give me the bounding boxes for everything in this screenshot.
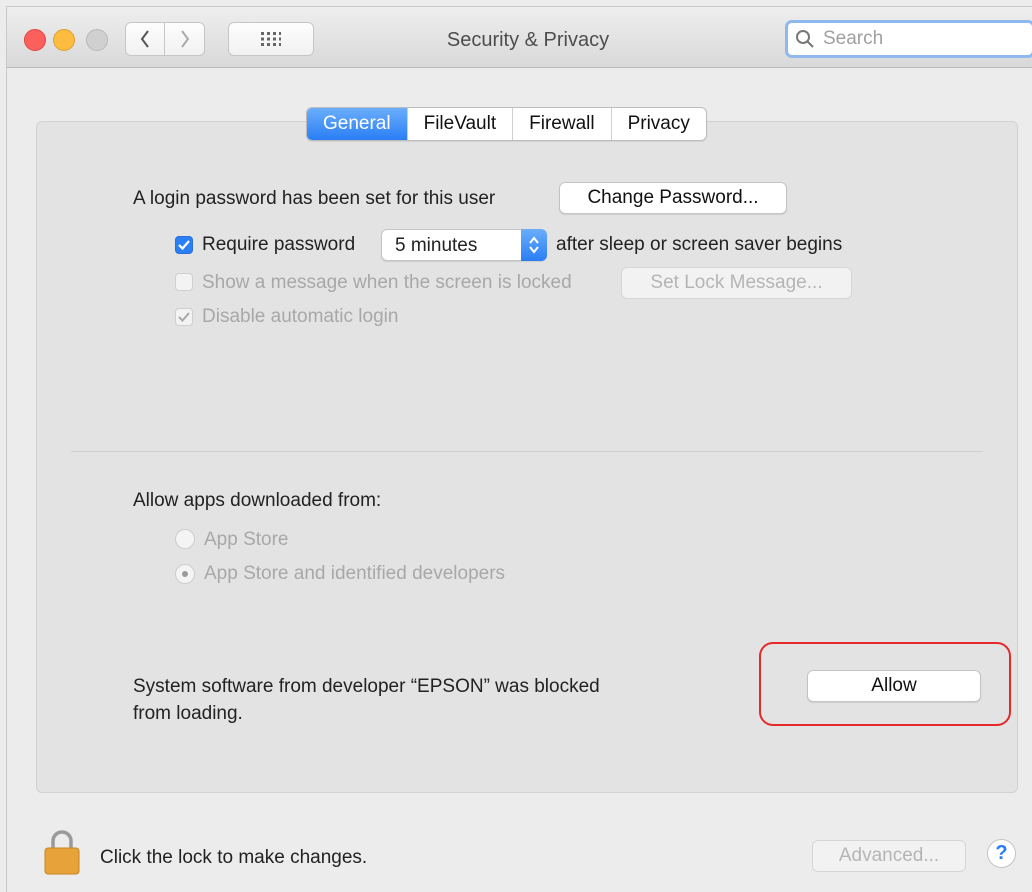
require-password-checkbox[interactable]	[175, 236, 193, 254]
close-button[interactable]	[24, 29, 46, 51]
window-title: Security & Privacy	[446, 29, 610, 51]
chevron-left-icon	[140, 30, 149, 48]
checkmark-icon	[178, 240, 190, 251]
search-field[interactable]	[785, 20, 1032, 58]
advanced-button[interactable]: Advanced...	[812, 840, 966, 872]
set-lock-message-button[interactable]: Set Lock Message...	[621, 267, 852, 299]
checkmark-icon	[178, 312, 190, 322]
disable-auto-login-label: Disable automatic login	[202, 306, 399, 327]
zoom-button[interactable]	[86, 29, 108, 51]
radio-app-store[interactable]	[175, 529, 195, 549]
radio-identified-developers[interactable]	[175, 564, 195, 584]
radio-identified-developers-label: App Store and identified developers	[204, 563, 506, 584]
back-button[interactable]	[125, 22, 165, 56]
allow-apps-heading: Allow apps downloaded from:	[133, 490, 382, 511]
blocked-software-text-line1: System software from developer “EPSON” w…	[133, 676, 600, 697]
lock-text: Click the lock to make changes.	[100, 847, 368, 868]
forward-button[interactable]	[165, 22, 205, 56]
radio-app-store-label: App Store	[204, 529, 289, 550]
updown-arrows-icon	[521, 229, 547, 261]
grid-icon	[261, 32, 281, 46]
change-password-button[interactable]: Change Password...	[559, 182, 787, 214]
minimize-button[interactable]	[53, 29, 75, 51]
blocked-software-text-line2: from loading.	[133, 703, 243, 724]
require-password-delay-select[interactable]: 5 minutes	[381, 229, 547, 261]
show-message-checkbox[interactable]	[175, 273, 193, 291]
require-password-delay-value: 5 minutes	[395, 235, 478, 256]
search-input[interactable]	[821, 27, 1025, 51]
disable-auto-login-checkbox[interactable]	[175, 308, 193, 326]
tab-firewall[interactable]: Firewall	[512, 108, 610, 140]
chevron-right-icon	[180, 30, 189, 48]
tab-bar: General FileVault Firewall Privacy	[306, 107, 707, 141]
lock-icon[interactable]	[44, 829, 80, 880]
search-icon	[796, 30, 814, 48]
login-password-text: A login password has been set for this u…	[133, 188, 496, 209]
tab-filevault[interactable]: FileVault	[406, 108, 513, 140]
after-sleep-text: after sleep or screen saver begins	[556, 234, 843, 255]
section-divider	[71, 451, 983, 452]
highlight-annotation	[759, 642, 1011, 726]
tab-privacy[interactable]: Privacy	[610, 108, 706, 140]
show-all-button[interactable]	[228, 22, 314, 56]
tab-general[interactable]: General	[307, 108, 407, 140]
show-message-label: Show a message when the screen is locked	[202, 272, 572, 293]
require-password-label: Require password	[202, 234, 356, 255]
help-button[interactable]: ?	[987, 839, 1016, 868]
